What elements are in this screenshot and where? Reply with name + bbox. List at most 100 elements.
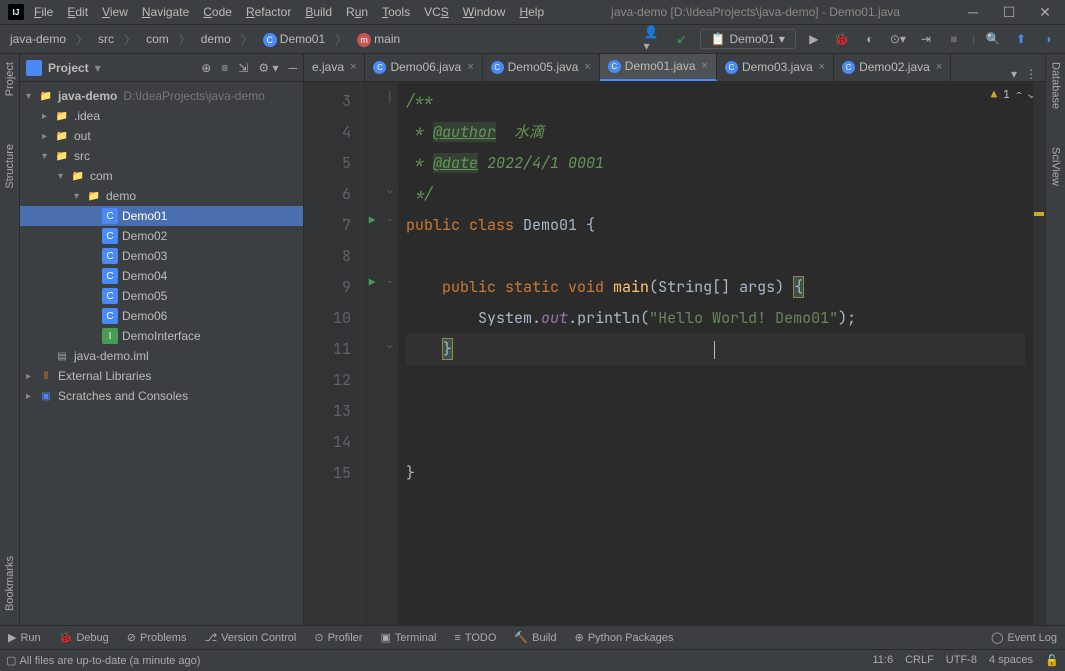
menu-run[interactable]: Run [340, 3, 374, 21]
minimize-button[interactable]: ─ [961, 4, 985, 21]
tree-class[interactable]: CDemo01 [20, 206, 303, 226]
menu-vcs[interactable]: VCS [418, 3, 455, 21]
tab-structure[interactable]: Structure [2, 140, 18, 193]
tree-libraries[interactable]: ▸⫴External Libraries [20, 366, 303, 386]
breadcrumb-method[interactable]: mmain [353, 30, 404, 49]
tree-class[interactable]: CDemo02 [20, 226, 303, 246]
maximize-button[interactable]: ☐ [997, 4, 1021, 21]
add-user-icon[interactable]: 👤▾ [644, 29, 664, 49]
close-tab-icon[interactable]: × [584, 61, 590, 73]
tab-bookmarks[interactable]: Bookmarks [2, 552, 18, 615]
expand-all-icon[interactable]: ≡ [221, 61, 228, 75]
tool-debug[interactable]: 🐞 Debug [59, 631, 109, 644]
tab-database[interactable]: Database [1048, 58, 1064, 113]
close-tab-icon[interactable]: × [936, 61, 942, 73]
run-line-icon[interactable]: ▶ [362, 268, 382, 299]
coverage-button[interactable]: ◐ [860, 29, 880, 49]
tab-project[interactable]: Project [2, 58, 18, 100]
editor-tab[interactable]: e.java× [304, 54, 365, 81]
tree-folder[interactable]: ▸📁out [20, 126, 303, 146]
tool-todo[interactable]: ≡ TODO [454, 632, 496, 644]
ide-button[interactable]: ◗ [1039, 29, 1059, 49]
tree-folder[interactable]: ▾📁src [20, 146, 303, 166]
close-tab-icon[interactable]: × [467, 61, 473, 73]
more-tabs-icon[interactable]: ▾ [1011, 67, 1017, 81]
breadcrumb-item[interactable]: src [94, 30, 118, 48]
stop-button[interactable]: ■ [944, 29, 964, 49]
editor-tab[interactable]: CDemo01.java× [600, 54, 717, 81]
sync-icon[interactable]: ⬆ [1011, 29, 1031, 49]
menu-code[interactable]: Code [197, 3, 238, 21]
tree-folder[interactable]: ▾📁com [20, 166, 303, 186]
indent[interactable]: 4 spaces [989, 654, 1033, 667]
tree-folder[interactable]: ▾📁demo [20, 186, 303, 206]
search-icon[interactable]: 🔍 [983, 29, 1003, 49]
fold-start-icon[interactable]: ⌃ [382, 206, 398, 237]
code-area[interactable]: 3456789101112131415 ▶ ▶ │ ⌄⌃ ⌃ ⌄ /** * @… [304, 82, 1045, 625]
attach-button[interactable]: ⇥ [916, 29, 936, 49]
menu-tools[interactable]: Tools [376, 3, 416, 21]
tool-build[interactable]: 🔨 Build [514, 631, 556, 644]
tool-event-log[interactable]: ◯ Event Log [991, 631, 1057, 644]
breadcrumb-root[interactable]: java-demo [6, 30, 70, 48]
close-tab-icon[interactable]: × [819, 61, 825, 73]
menu-edit[interactable]: Edit [61, 3, 94, 21]
editor-tab[interactable]: CDemo03.java× [717, 54, 834, 81]
breadcrumb-item[interactable]: demo [197, 30, 235, 48]
editor-tab[interactable]: CDemo06.java× [365, 54, 482, 81]
cursor-position[interactable]: 11:6 [872, 654, 893, 667]
menu-build[interactable]: Build [299, 3, 338, 21]
menu-view[interactable]: View [96, 3, 134, 21]
tree-class[interactable]: CDemo03 [20, 246, 303, 266]
select-opened-icon[interactable]: ⊕ [201, 61, 211, 75]
tree-class[interactable]: CDemo05 [20, 286, 303, 306]
tree-file[interactable]: ▤java-demo.iml [20, 346, 303, 366]
dropdown-icon[interactable]: ▾ [95, 61, 101, 75]
run-line-icon[interactable]: ▶ [362, 206, 382, 237]
tree-class[interactable]: CDemo06 [20, 306, 303, 326]
tool-python[interactable]: ⊕ Python Packages [575, 631, 674, 644]
run-button[interactable]: ▶ [804, 29, 824, 49]
tree-interface[interactable]: IDemoInterface [20, 326, 303, 346]
editor-tab[interactable]: CDemo05.java× [483, 54, 600, 81]
tool-run[interactable]: ▶ Run [8, 631, 41, 644]
back-arrow-icon[interactable]: ↙ [672, 29, 692, 49]
inspection-badge[interactable]: ▲1 ⌃ ⌄ [991, 88, 1035, 102]
close-tab-icon[interactable]: × [702, 60, 708, 72]
editor-tab[interactable]: CDemo02.java× [834, 54, 951, 81]
debug-button[interactable]: 🐞 [832, 29, 852, 49]
error-stripe[interactable] [1033, 82, 1045, 625]
fold-start-icon[interactable]: ⌃ [382, 268, 398, 299]
menu-window[interactable]: Window [457, 3, 512, 21]
status-icon[interactable]: ▢ [6, 654, 16, 667]
encoding[interactable]: UTF-8 [946, 654, 977, 667]
profile-button[interactable]: ⊙▾ [888, 29, 908, 49]
collapse-all-icon[interactable]: ⇲ [238, 61, 248, 75]
tool-profiler[interactable]: ⊙ Profiler [314, 631, 362, 644]
tree-class[interactable]: CDemo04 [20, 266, 303, 286]
code-content[interactable]: /** * @author 水滴 * @date 2022/4/1 0001 *… [398, 82, 1033, 625]
run-config-selector[interactable]: 📋 Demo01 ▾ [700, 29, 796, 49]
close-button[interactable]: ✕ [1033, 4, 1057, 21]
menu-help[interactable]: Help [513, 3, 550, 21]
tab-sciview[interactable]: SciView [1048, 143, 1064, 190]
tool-problems[interactable]: ⊘ Problems [127, 631, 187, 644]
tree-root[interactable]: ▾📁java-demoD:\IdeaProjects\java-demo [20, 86, 303, 106]
readonly-icon[interactable]: 🔓 [1045, 654, 1059, 667]
tree-scratches[interactable]: ▸▣Scratches and Consoles [20, 386, 303, 406]
line-ending[interactable]: CRLF [905, 654, 934, 667]
menu-navigate[interactable]: Navigate [136, 3, 195, 21]
fold-end-icon[interactable]: ⌄ [382, 175, 398, 206]
hide-icon[interactable]: ─ [288, 61, 297, 75]
fold-end-icon[interactable]: ⌄ [382, 330, 398, 361]
breadcrumb-class[interactable]: CDemo01 [259, 30, 329, 49]
tool-vcs[interactable]: ⎇ Version Control [204, 631, 296, 644]
menu-refactor[interactable]: Refactor [240, 3, 297, 21]
breadcrumb-item[interactable]: com [142, 30, 173, 48]
close-tab-icon[interactable]: × [350, 61, 356, 73]
tool-terminal[interactable]: ▣ Terminal [380, 631, 436, 644]
tree-folder[interactable]: ▸📁.idea [20, 106, 303, 126]
tab-menu-icon[interactable]: ⋮ [1025, 67, 1037, 81]
menu-file[interactable]: File [28, 3, 59, 21]
settings-icon[interactable]: ⚙ ▾ [258, 61, 278, 75]
